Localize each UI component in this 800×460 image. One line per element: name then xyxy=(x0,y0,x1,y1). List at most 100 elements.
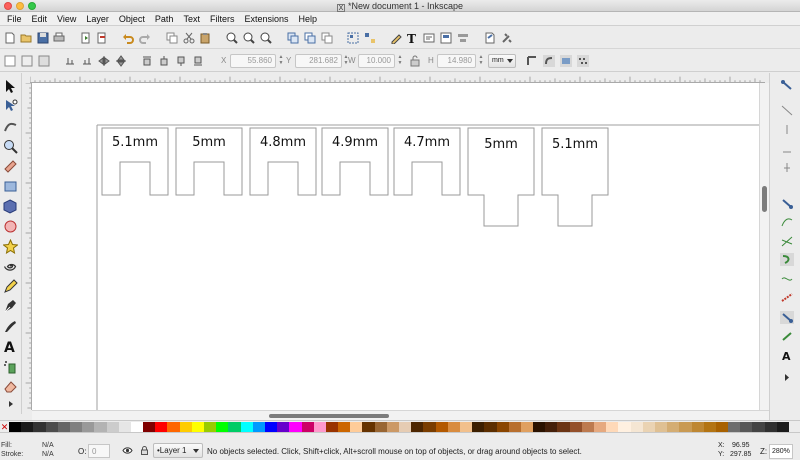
paste-icon[interactable] xyxy=(199,32,211,44)
color-swatch[interactable] xyxy=(69,422,83,432)
color-swatch[interactable] xyxy=(581,422,594,432)
snap-cusp-nodes-icon[interactable] xyxy=(780,253,794,266)
lower-to-bottom-icon[interactable] xyxy=(192,55,204,67)
export-icon[interactable] xyxy=(96,32,108,44)
drawing-canvas[interactable]: 5.1mm 5mm 4.8mm 4.9mm 4.7mm 5mm 5.1mm xyxy=(32,83,759,410)
color-swatch[interactable] xyxy=(167,422,180,432)
save-icon[interactable] xyxy=(37,32,49,44)
color-swatch[interactable] xyxy=(508,422,521,432)
color-swatch[interactable] xyxy=(496,422,509,432)
color-swatch[interactable] xyxy=(776,422,789,432)
color-swatch[interactable] xyxy=(752,422,765,432)
flip-horizontal-icon[interactable] xyxy=(98,55,110,67)
color-swatch[interactable] xyxy=(338,422,351,432)
menu-layer[interactable]: Layer xyxy=(81,14,114,24)
color-swatch[interactable] xyxy=(630,422,643,432)
color-swatch[interactable] xyxy=(94,422,107,432)
color-swatch[interactable] xyxy=(423,422,436,432)
copy-icon[interactable] xyxy=(166,32,178,44)
height-input[interactable]: 14.980 xyxy=(437,54,476,68)
zoom-selection-icon[interactable] xyxy=(226,32,238,44)
width-input[interactable]: 10.000 xyxy=(358,54,395,68)
color-swatch[interactable] xyxy=(57,422,70,432)
eraser-tool-icon[interactable] xyxy=(3,379,18,394)
undo-icon[interactable] xyxy=(122,32,134,44)
snapbar-more-icon[interactable] xyxy=(780,373,794,382)
raise-icon[interactable] xyxy=(158,55,170,67)
zoom-input[interactable]: 280% xyxy=(769,444,793,459)
color-swatch[interactable] xyxy=(130,422,144,432)
ungroup-icon[interactable] xyxy=(364,32,376,44)
color-swatch[interactable] xyxy=(533,422,546,432)
snap-nodes-icon[interactable] xyxy=(780,197,794,210)
color-swatch[interactable] xyxy=(459,422,473,432)
color-swatch[interactable] xyxy=(399,422,412,432)
color-swatch[interactable] xyxy=(484,422,497,432)
color-swatch[interactable] xyxy=(545,422,558,432)
lock-proportions-icon[interactable] xyxy=(409,55,421,67)
rectangle-tool-icon[interactable] xyxy=(3,179,18,194)
select-all-layers-icon[interactable] xyxy=(21,55,33,67)
color-swatch[interactable] xyxy=(118,422,131,432)
color-swatch[interactable] xyxy=(728,422,741,432)
eye-icon[interactable] xyxy=(122,446,133,455)
selector-tool-icon[interactable] xyxy=(3,79,18,94)
color-swatch[interactable] xyxy=(740,422,753,432)
snap-bbox-corners-icon[interactable] xyxy=(780,142,794,155)
measure-tool-icon[interactable] xyxy=(3,159,18,174)
unlink-clone-icon[interactable] xyxy=(321,32,333,44)
color-swatch[interactable] xyxy=(216,422,229,432)
menu-text[interactable]: Text xyxy=(178,14,205,24)
width-spin-arrows[interactable]: ▲ ▼ xyxy=(396,54,404,68)
x-spin-arrows[interactable]: ▲ ▼ xyxy=(277,54,285,68)
color-swatch[interactable] xyxy=(325,422,339,432)
color-swatch[interactable] xyxy=(350,422,363,432)
height-spin-arrows[interactable]: ▲ ▼ xyxy=(477,54,485,68)
spray-tool-icon[interactable] xyxy=(3,359,18,374)
vertical-scroll-thumb[interactable] xyxy=(762,186,767,212)
color-swatch[interactable] xyxy=(642,422,655,432)
color-swatch[interactable] xyxy=(228,422,241,432)
snap-toggle-icon[interactable] xyxy=(780,79,794,92)
xml-editor-icon[interactable] xyxy=(423,32,435,44)
color-swatch[interactable] xyxy=(240,422,253,432)
color-swatch[interactable] xyxy=(569,422,582,432)
color-swatch[interactable] xyxy=(45,422,58,432)
vertical-scrollbar[interactable] xyxy=(759,83,769,410)
menu-view[interactable]: View xyxy=(52,14,81,24)
color-swatch[interactable] xyxy=(362,422,375,432)
color-swatch[interactable] xyxy=(691,422,704,432)
cut-icon[interactable] xyxy=(183,32,195,44)
opacity-input[interactable]: 0 xyxy=(88,444,110,458)
rotate-ccw-icon[interactable] xyxy=(64,55,76,67)
zoom-drawing-icon[interactable] xyxy=(243,32,255,44)
duplicate-icon[interactable] xyxy=(287,32,299,44)
color-swatch[interactable] xyxy=(447,422,460,432)
fill-value[interactable]: N/A xyxy=(42,442,54,449)
color-swatch[interactable] xyxy=(411,422,424,432)
color-swatch[interactable] xyxy=(289,422,302,432)
import-icon[interactable] xyxy=(80,32,92,44)
3d-box-tool-icon[interactable] xyxy=(3,199,18,214)
calligraphy-tool-icon[interactable] xyxy=(3,319,18,334)
color-swatch[interactable] xyxy=(374,422,387,432)
text-font-icon[interactable]: T xyxy=(406,32,418,44)
new-document-icon[interactable] xyxy=(4,32,16,44)
ellipse-tool-icon[interactable] xyxy=(3,219,18,234)
snap-midpoints-icon[interactable] xyxy=(780,291,794,304)
color-swatch[interactable] xyxy=(654,422,668,432)
menu-edit[interactable]: Edit xyxy=(27,14,53,24)
stroke-value[interactable]: N/A xyxy=(42,451,54,458)
select-all-icon[interactable] xyxy=(4,55,16,67)
color-swatch[interactable] xyxy=(143,422,156,432)
zoom-page-icon[interactable] xyxy=(260,32,272,44)
snap-intersections-icon[interactable] xyxy=(780,235,794,248)
snap-bbox-midpoints-icon[interactable] xyxy=(780,161,794,174)
horizontal-scrollbar[interactable] xyxy=(32,410,769,420)
snap-text-baseline-icon[interactable]: A xyxy=(780,349,794,362)
cutout-shape[interactable]: 4.8mm xyxy=(249,127,317,196)
snap-rotation-centers-icon[interactable] xyxy=(780,330,794,343)
open-icon[interactable] xyxy=(20,32,32,44)
zoom-tool-icon[interactable] xyxy=(3,139,18,154)
color-swatch[interactable] xyxy=(33,422,46,432)
